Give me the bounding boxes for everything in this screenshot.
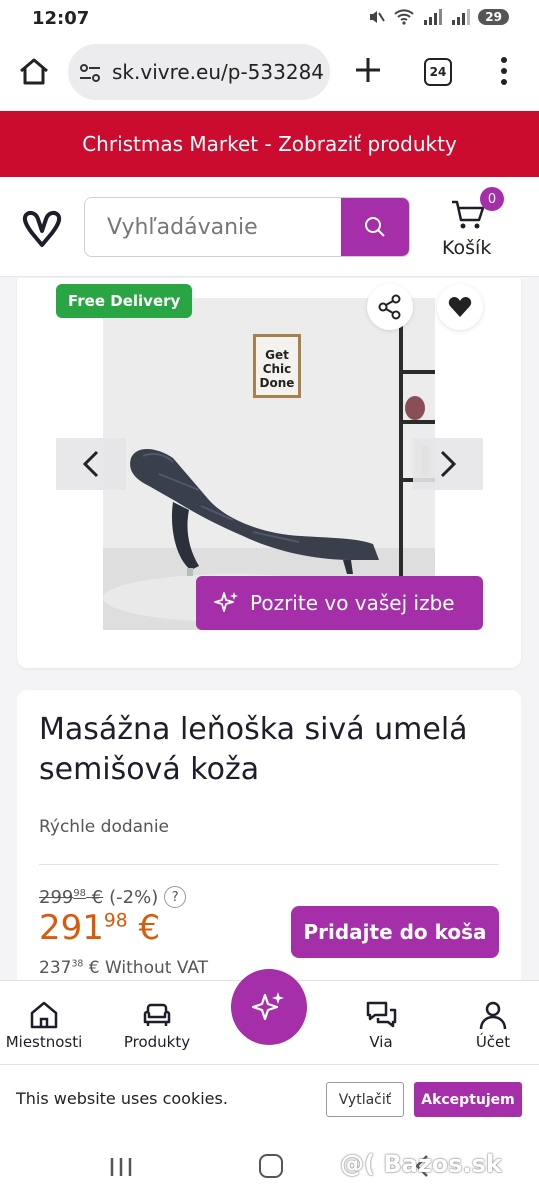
search-input[interactable] [85,198,341,256]
status-bar: 12:07 29 [0,0,539,38]
nav-label-rooms: Miestnosti [5,1033,83,1051]
system-nav-bar: @( Bazos.sk [0,1132,539,1200]
chevron-left-icon [82,450,99,478]
old-price: 29998 € [39,887,103,908]
product-gallery: Get Chic Done Free Delivery Pozrite vo v… [17,278,521,668]
chat-icon [366,1001,397,1028]
nav-item-products[interactable]: Produkty [107,981,207,1065]
url-text: sk.vivre.eu/p-533284 [112,60,325,84]
price-int: 291 [39,908,104,948]
price-without-vat: 23738 € Without VAT [39,958,208,978]
add-to-cart-button[interactable]: Pridajte do koša [291,906,499,958]
poster-line-2: Chic [262,362,292,376]
new-tab-icon[interactable] [352,54,384,86]
product-title: Masážna leňoška sivá umelá semišová koža [39,712,468,787]
status-time: 12:07 [32,8,90,29]
novat-suffix: € Without VAT [88,958,209,978]
home-icon [30,1001,58,1029]
browser-home-icon[interactable] [16,54,52,90]
view-in-room-label: Pozrite vo vašej izbe [250,591,455,615]
cookie-decline-button[interactable]: Vytlačiť [326,1082,404,1117]
cookie-accept-button[interactable]: Akceptujem [414,1082,522,1117]
sparkle-icon [251,992,284,1021]
site-header: 0 Košík [0,177,539,277]
price-help-icon[interactable]: ? [164,886,187,908]
gallery-next-button[interactable] [413,438,483,490]
cookie-banner: This website uses cookies. Vytlačiť Akce… [0,1064,539,1132]
price-dec: 98 [103,910,128,932]
site-settings-icon[interactable] [78,62,102,84]
tab-switcher-button[interactable]: 24 [424,58,452,86]
user-icon [479,1001,507,1030]
chevron-right-icon [440,450,457,478]
share-icon [378,294,401,320]
favorite-button[interactable] [437,284,483,330]
share-button[interactable] [367,284,413,330]
promo-text: Christmas Market - Zobraziť produkty [82,132,457,156]
promo-banner[interactable]: Christmas Market - Zobraziť produkty [0,111,539,177]
watermark: @( Bazos.sk [340,1150,502,1178]
poster-line-1: Get [265,348,289,362]
url-bar[interactable]: sk.vivre.eu/p-533284 [68,44,330,100]
search-icon [365,217,385,237]
cookie-text: This website uses cookies. [16,1089,228,1108]
more-menu-icon[interactable] [492,54,516,88]
signal-icon-2 [452,9,471,25]
sparkle-icon [214,592,238,612]
old-price-dec: 98 [73,887,86,899]
product-info: Masážna leňoška sivá umelá semišová koža… [17,690,521,990]
nav-item-via[interactable]: Via [331,981,431,1065]
cart-label: Košík [442,237,492,259]
novat-int: 237 [39,958,72,978]
sofa-icon [143,1003,171,1026]
vivre-logo[interactable] [20,205,64,249]
recent-apps-icon[interactable] [108,1156,134,1178]
cart-count-badge: 0 [480,187,504,211]
nav-label-products: Produkty [123,1033,191,1051]
old-price-currency: € [91,886,104,908]
gallery-prev-button[interactable] [56,438,126,490]
nav-label-account: Účet [475,1033,511,1051]
price-currency: € [138,908,161,948]
cart-button[interactable]: 0 Košík [436,183,506,273]
novat-dec: 38 [71,958,84,970]
search-button[interactable] [341,198,409,256]
nav-item-rooms[interactable]: Miestnosti [0,981,94,1065]
mute-icon [370,11,386,23]
old-price-int: 299 [39,886,74,908]
status-icons: 29 [366,8,509,26]
nav-label-via: Via [369,1033,393,1051]
bottom-nav: Miestnosti Produkty Via Účet [0,969,539,1065]
free-delivery-badge: Free Delivery [56,284,193,318]
old-price-row: 29998 € (-2%) ? [39,886,187,908]
nav-item-account[interactable]: Účet [443,981,539,1065]
poster-text: Get Chic Done [256,348,298,390]
browser-toolbar: sk.vivre.eu/p-533284 24 [0,38,539,110]
battery-indicator: 29 [478,9,509,25]
current-price: 29198 € [39,908,160,948]
divider [39,864,499,865]
poster-line-3: Done [259,376,295,390]
heart-icon [448,297,472,317]
system-home-button[interactable] [259,1154,283,1178]
search-box [84,197,410,257]
ai-assistant-button[interactable] [231,969,307,1045]
discount: (-2%) [109,886,159,908]
signal-icon [424,9,443,25]
view-in-room-button[interactable]: Pozrite vo vašej izbe [196,576,483,630]
delivery-note: Rýchle dodanie [39,817,170,837]
wifi-icon [394,9,414,25]
